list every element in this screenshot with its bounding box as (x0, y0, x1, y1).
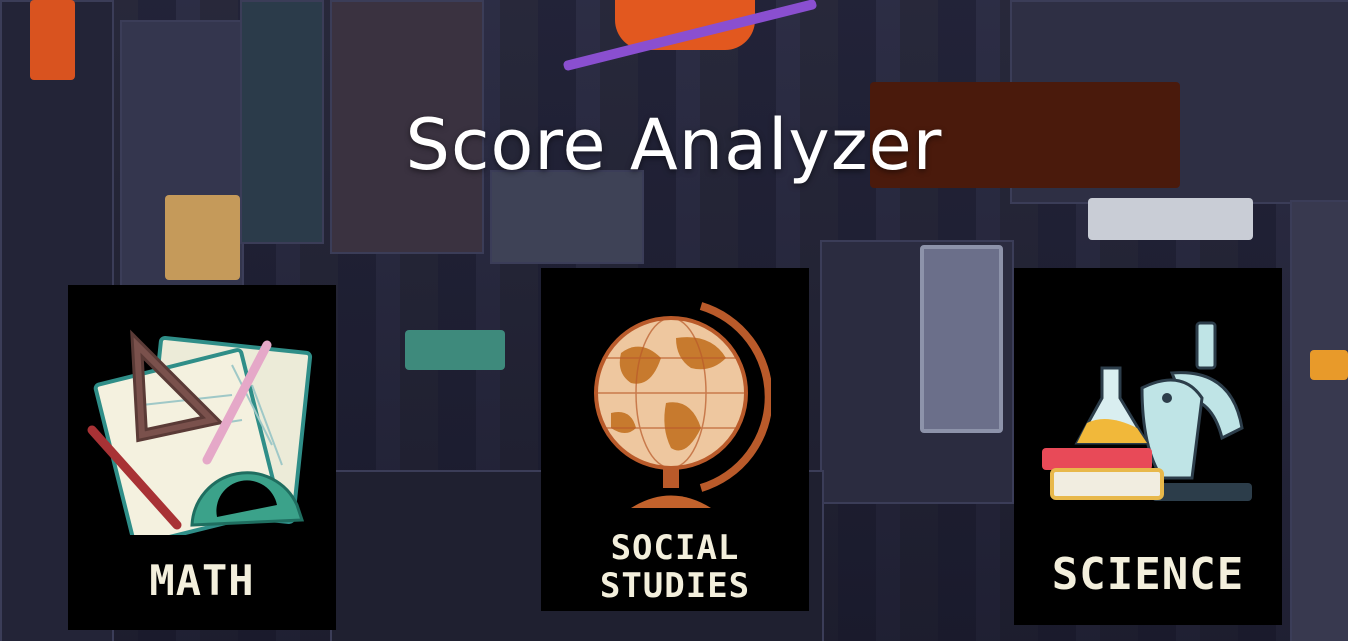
building-right (1290, 200, 1348, 641)
parking-sign (165, 195, 240, 280)
math-card[interactable]: MATH (68, 285, 336, 630)
neon-sign-left (30, 0, 75, 80)
direction-sign (1088, 198, 1253, 240)
vending-machine (920, 245, 1003, 433)
subject-label-science: SCIENCE (1051, 549, 1245, 600)
subject-label-social: SOCIAL (610, 528, 740, 568)
math-tools-icon (87, 329, 313, 535)
science-card[interactable]: SCIENCE (1014, 268, 1282, 625)
science-lab-icon (1042, 321, 1252, 501)
globe-icon (594, 302, 771, 508)
page-title: Score Analyzer (405, 104, 943, 186)
social-studies-card[interactable]: SOCIAL STUDIES (541, 268, 809, 611)
subject-label-studies: STUDIES (599, 566, 751, 606)
subject-label-math: MATH (149, 556, 255, 605)
shop-sign-24h (405, 330, 505, 370)
neon-sign-right (1310, 350, 1348, 380)
